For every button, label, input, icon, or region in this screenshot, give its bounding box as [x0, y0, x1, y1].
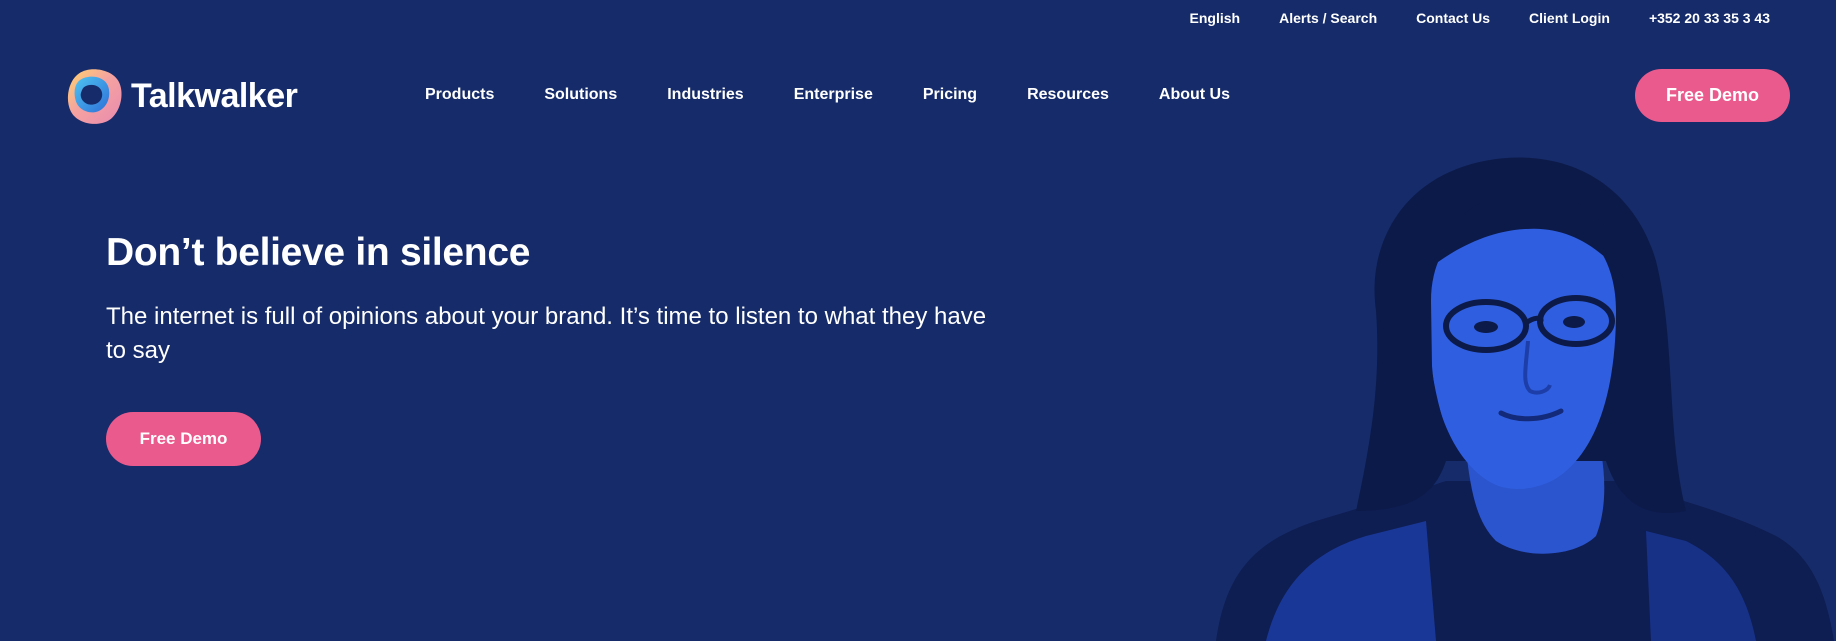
nav-item-resources[interactable]: Resources [1027, 86, 1109, 104]
alerts-search-link[interactable]: Alerts / Search [1279, 10, 1377, 26]
hero-portrait-image [1196, 151, 1836, 641]
nav-free-demo-button[interactable]: Free Demo [1635, 69, 1790, 122]
nav-item-products[interactable]: Products [425, 86, 494, 104]
top-utility-bar: English Alerts / Search Contact Us Clien… [1151, 0, 1836, 36]
brand-name: Talkwalker [131, 76, 298, 115]
language-link[interactable]: English [1190, 10, 1241, 26]
client-login-link[interactable]: Client Login [1529, 10, 1610, 26]
hero-subtitle: The internet is full of opinions about y… [106, 303, 987, 364]
nav-menu: Products Solutions Industries Enterprise… [425, 64, 1280, 126]
main-navigation: Talkwalker Products Solutions Industries… [0, 64, 1836, 126]
talkwalker-logo-icon [66, 67, 123, 125]
nav-item-enterprise[interactable]: Enterprise [794, 86, 873, 104]
nav-item-industries[interactable]: Industries [667, 86, 743, 104]
phone-number-link[interactable]: +352 20 33 35 3 43 [1649, 10, 1770, 26]
brand-logo[interactable]: Talkwalker [66, 67, 298, 125]
nav-item-solutions[interactable]: Solutions [544, 86, 617, 104]
hero-section: Don’t believe in silence The internet is… [106, 226, 1026, 466]
nav-item-about-us[interactable]: About Us [1159, 86, 1230, 104]
contact-us-link[interactable]: Contact Us [1416, 10, 1490, 26]
nav-item-pricing[interactable]: Pricing [923, 86, 977, 104]
hero-title: Don’t believe in silence [106, 231, 531, 274]
hero-free-demo-button[interactable]: Free Demo [106, 412, 261, 466]
